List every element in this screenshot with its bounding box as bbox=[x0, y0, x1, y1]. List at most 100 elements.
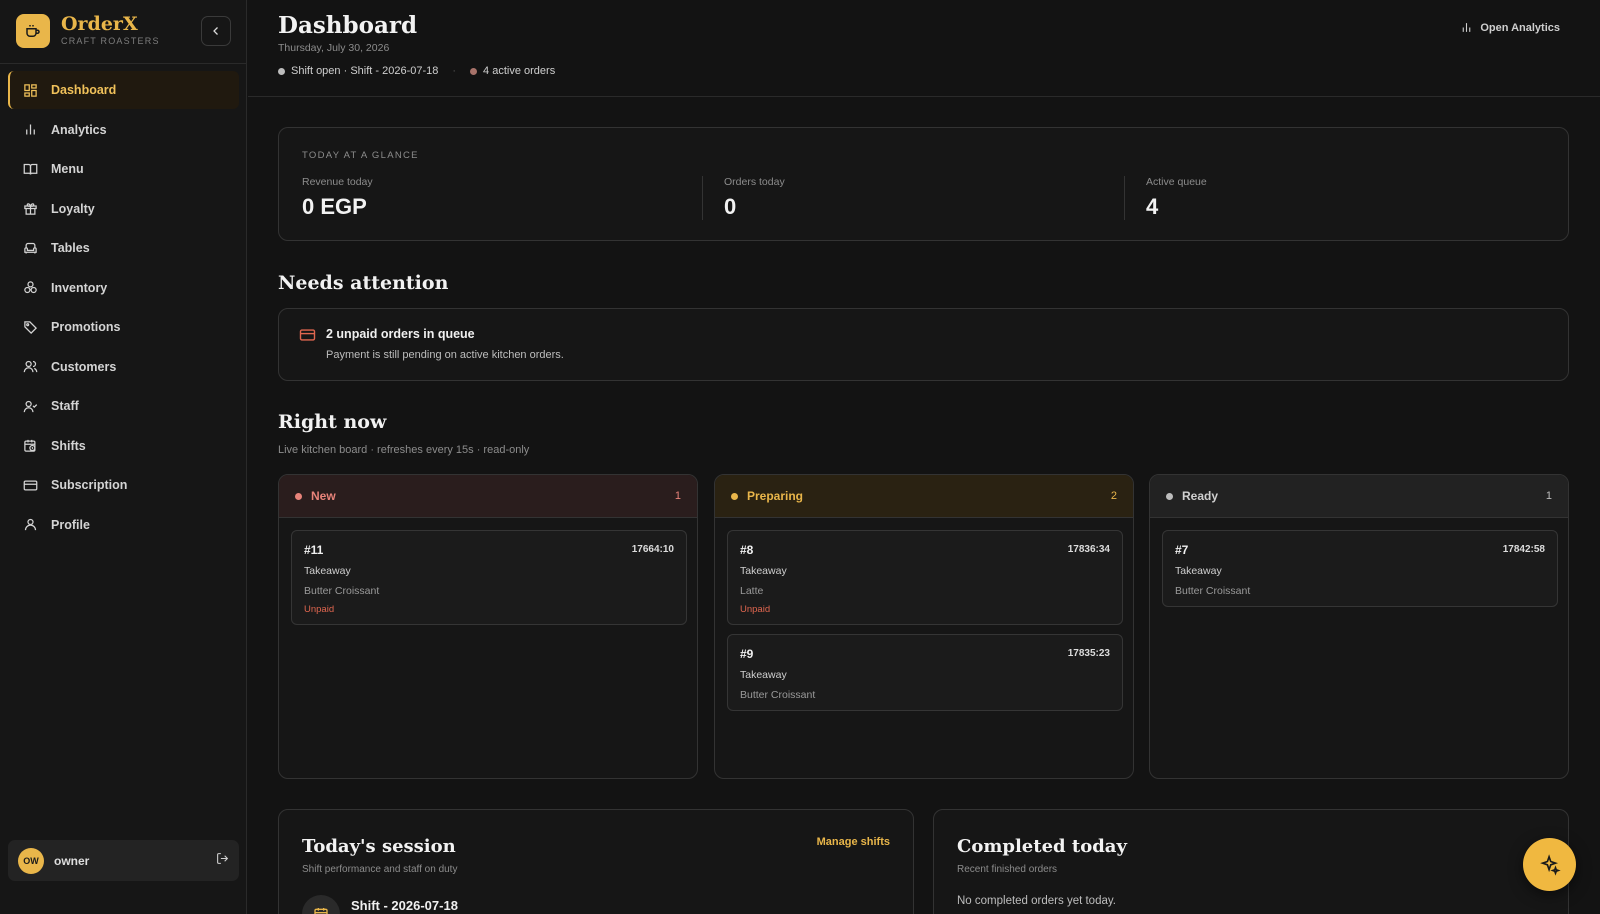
sidebar-item-label: Shifts bbox=[51, 438, 86, 453]
metric-revenue: Revenue today 0 EGP bbox=[302, 176, 373, 220]
active-orders-dot bbox=[470, 67, 478, 75]
sidebar-item-dashboard[interactable]: Dashboard bbox=[8, 71, 239, 109]
sidebar-item-label: Subscription bbox=[51, 478, 128, 492]
session-title: Today's session bbox=[302, 836, 456, 857]
sidebar: OrderX CRAFT ROASTERS Dashboard Analytic… bbox=[0, 0, 247, 914]
sidebar-item-label: Tables bbox=[51, 241, 90, 255]
user-icon bbox=[22, 517, 38, 533]
order-type: Takeaway bbox=[740, 565, 787, 577]
order-number: #8 bbox=[740, 543, 754, 557]
todays-session-card: Today's session Shift performance and st… bbox=[278, 809, 914, 914]
sidebar-item-staff[interactable]: Staff bbox=[8, 387, 239, 425]
column-count: 1 bbox=[674, 490, 681, 502]
unpaid-orders-alert[interactable]: 2 unpaid orders in queue Payment is stil… bbox=[278, 308, 1569, 381]
sidebar-item-shifts[interactable]: Shifts bbox=[8, 427, 239, 465]
sidebar-item-label: Customers bbox=[51, 359, 117, 374]
order-card[interactable]: #9 17835:23 Takeaway Butter Croissant bbox=[727, 634, 1123, 711]
status-dot bbox=[731, 492, 738, 500]
metric-divider bbox=[702, 176, 703, 220]
metric-value: 4 bbox=[1146, 194, 1159, 219]
users-icon bbox=[22, 359, 38, 375]
session-subtitle: Shift performance and staff on duty bbox=[302, 864, 458, 875]
shift-name: Shift - 2026-07-18 bbox=[351, 898, 458, 913]
open-analytics-button[interactable]: Open Analytics bbox=[1460, 21, 1560, 34]
metric-queue: Active queue 4 bbox=[1146, 176, 1207, 220]
kitchen-column-new: New 1 #11 17664:10 Takeaway Butter Crois… bbox=[278, 474, 698, 779]
sidebar-item-customers[interactable]: Customers bbox=[8, 348, 239, 386]
sofa-icon bbox=[22, 240, 38, 256]
completed-empty-state: No completed orders yet today. bbox=[957, 895, 1116, 907]
sidebar-item-loyalty[interactable]: Loyalty bbox=[8, 190, 239, 228]
order-card[interactable]: #8 17836:34 Takeaway Latte Unpaid bbox=[727, 530, 1123, 625]
right-now-title: Right now bbox=[278, 411, 387, 433]
order-type: Takeaway bbox=[740, 669, 787, 681]
order-timer: 17842:58 bbox=[1502, 544, 1545, 555]
manage-shifts-link[interactable]: Manage shifts bbox=[817, 836, 890, 848]
logout-icon[interactable] bbox=[216, 852, 229, 870]
calendar-clock-icon bbox=[22, 438, 38, 454]
kitchen-column-ready: Ready 1 #7 17842:58 Takeaway Butter Croi… bbox=[1149, 474, 1569, 779]
column-count: 2 bbox=[1110, 490, 1117, 502]
gift-icon bbox=[22, 201, 38, 217]
ai-assistant-button[interactable] bbox=[1523, 838, 1576, 891]
sidebar-item-inventory[interactable]: Inventory bbox=[8, 269, 239, 307]
order-item: Butter Croissant bbox=[304, 585, 380, 597]
order-type: Takeaway bbox=[304, 565, 351, 577]
shift-status: Shift open · Shift - 2026-07-18 bbox=[291, 65, 439, 77]
kitchen-column-preparing: Preparing 2 #8 17836:34 Takeaway Latte U… bbox=[714, 474, 1134, 779]
book-icon bbox=[22, 161, 38, 177]
order-item: Latte bbox=[740, 585, 764, 597]
sidebar-item-label: Staff bbox=[51, 399, 79, 413]
order-timer: 17664:10 bbox=[631, 544, 674, 555]
brand-header: OrderX CRAFT ROASTERS bbox=[0, 0, 246, 64]
sidebar-item-tables[interactable]: Tables bbox=[8, 229, 239, 267]
boxes-icon bbox=[22, 280, 38, 296]
page-date: Thursday, July 30, 2026 bbox=[278, 42, 390, 54]
sidebar-item-subscription[interactable]: Subscription bbox=[8, 466, 239, 504]
order-timer: 17836:34 bbox=[1067, 544, 1110, 555]
payment-status: Unpaid bbox=[740, 604, 771, 615]
order-card[interactable]: #11 17664:10 Takeaway Butter Croissant U… bbox=[291, 530, 687, 625]
collapse-sidebar-button[interactable] bbox=[201, 16, 231, 46]
active-orders-count: 4 active orders bbox=[483, 65, 556, 77]
bar-chart-icon bbox=[22, 122, 38, 138]
tag-icon bbox=[22, 319, 38, 335]
grid-icon bbox=[22, 82, 38, 98]
status-separator: · bbox=[452, 65, 457, 77]
needs-attention-title: Needs attention bbox=[278, 272, 449, 294]
sidebar-item-promotions[interactable]: Promotions bbox=[8, 308, 239, 346]
sidebar-item-profile[interactable]: Profile bbox=[8, 506, 239, 544]
sidebar-item-label: Inventory bbox=[51, 280, 108, 295]
metric-divider bbox=[1124, 176, 1125, 220]
sidebar-item-label: Analytics bbox=[51, 122, 107, 137]
column-name: Preparing bbox=[747, 489, 804, 503]
metric-value: 0 bbox=[724, 194, 737, 219]
alert-title: 2 unpaid orders in queue bbox=[326, 327, 475, 341]
shift-status-dot bbox=[278, 67, 285, 75]
status-dot bbox=[295, 492, 302, 500]
order-number: #9 bbox=[740, 647, 754, 661]
order-card[interactable]: #7 17842:58 Takeaway Butter Croissant bbox=[1162, 530, 1558, 607]
open-analytics-label: Open Analytics bbox=[1480, 21, 1560, 34]
column-header: Preparing 2 bbox=[715, 475, 1133, 518]
sidebar-item-label: Promotions bbox=[51, 320, 121, 334]
glance-label: TODAY AT A GLANCE bbox=[302, 150, 419, 161]
sidebar-nav: Dashboard Analytics Menu Loyalty Tables … bbox=[8, 71, 239, 545]
metric-label: Revenue today bbox=[302, 176, 373, 188]
sidebar-item-menu[interactable]: Menu bbox=[8, 150, 239, 188]
column-header: New 1 bbox=[279, 475, 697, 518]
avatar: OW bbox=[18, 847, 44, 874]
column-name: Ready bbox=[1182, 489, 1219, 503]
order-timer: 17835:23 bbox=[1067, 648, 1110, 659]
sidebar-item-analytics[interactable]: Analytics bbox=[8, 111, 239, 149]
coffee-cup-icon bbox=[16, 14, 50, 48]
completed-subtitle: Recent finished orders bbox=[957, 864, 1058, 875]
sidebar-item-label: Dashboard bbox=[51, 83, 117, 97]
bar-chart-icon bbox=[1463, 23, 1471, 32]
column-count: 1 bbox=[1545, 490, 1552, 502]
sidebar-item-label: Loyalty bbox=[51, 201, 95, 216]
brand-name: OrderX bbox=[61, 13, 138, 35]
metric-label: Active queue bbox=[1146, 176, 1207, 188]
today-at-a-glance: TODAY AT A GLANCE Revenue today 0 EGP Or… bbox=[278, 127, 1569, 241]
user-account[interactable]: OW owner bbox=[8, 840, 239, 881]
